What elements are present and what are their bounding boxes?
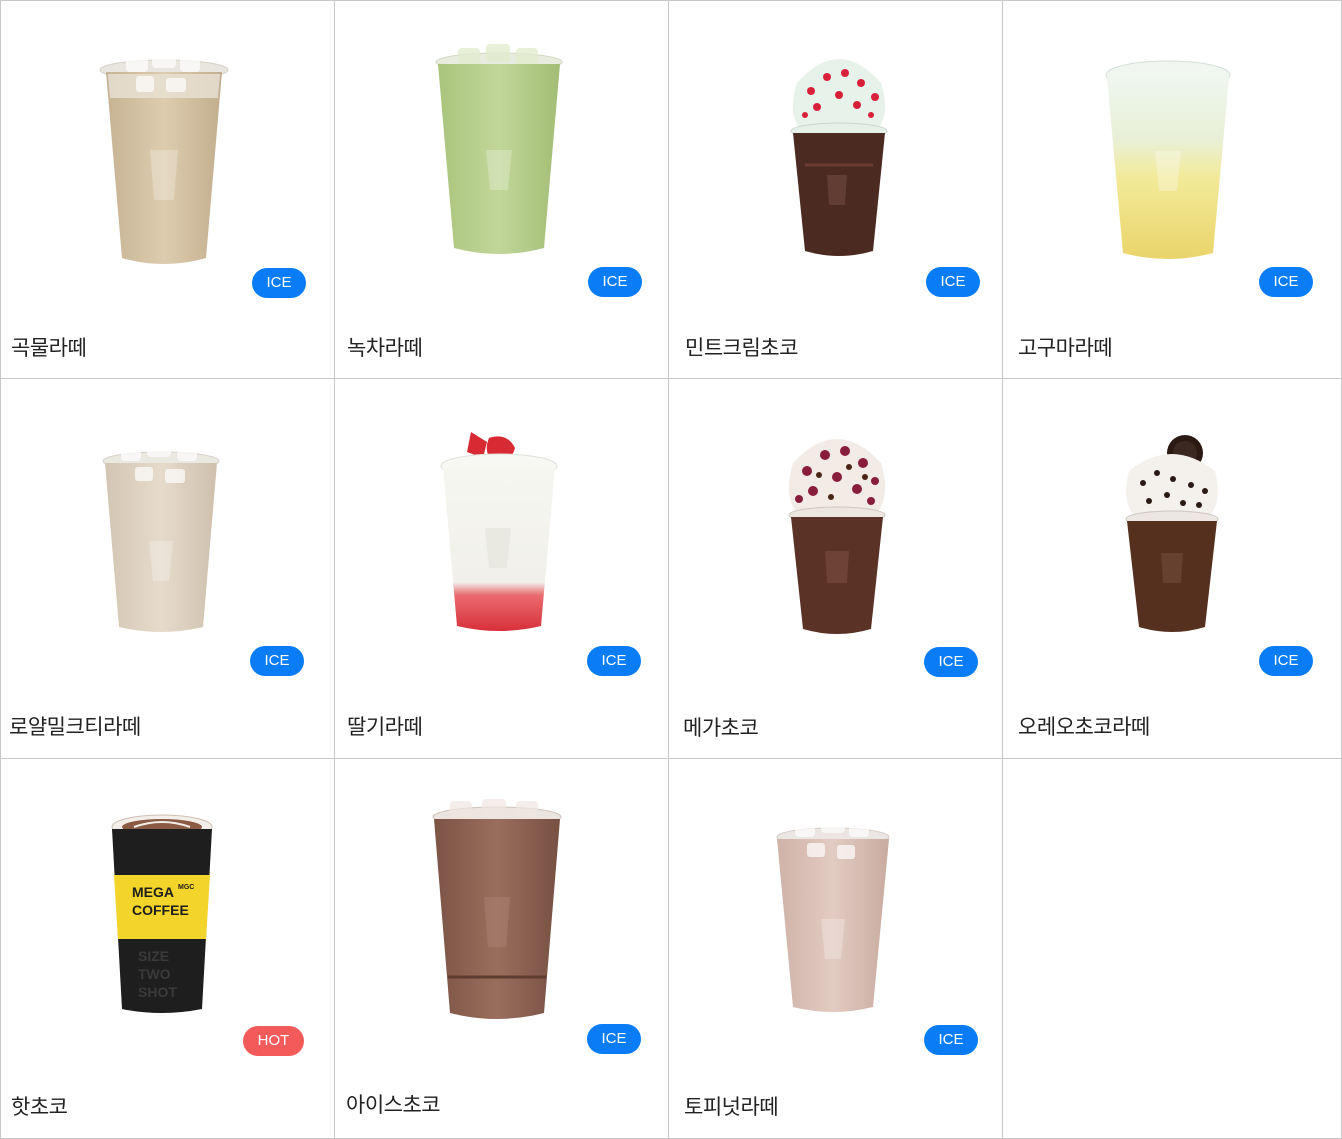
- product-name: 곡물라떼: [11, 336, 87, 360]
- product-name: 핫초코: [11, 1095, 68, 1119]
- product-name: 녹차라떼: [347, 336, 423, 360]
- menu-item-mega-choco[interactable]: ICE 메가초코: [669, 379, 1003, 759]
- menu-item-mint-cream-choco[interactable]: ICE 민트크림초코: [669, 0, 1003, 379]
- green-tea-latte-icon: [435, 44, 563, 254]
- menu-item-toffee-nut-latte[interactable]: ICE 토피넛라떼: [669, 759, 1003, 1139]
- temp-badge: ICE: [587, 1024, 641, 1054]
- temp-badge: ICE: [587, 646, 641, 676]
- temp-badge: ICE: [252, 268, 306, 298]
- strawberry-latte-icon: [440, 432, 558, 631]
- hot-cup-bottom-line2: TWO: [138, 966, 171, 982]
- menu-item-sweet-potato-latte[interactable]: ICE 고구마라떼: [1003, 0, 1342, 379]
- temp-badge: ICE: [1259, 646, 1313, 676]
- product-name: 오레오초코라떼: [1018, 715, 1150, 739]
- empty-cell: [1003, 759, 1342, 1139]
- temp-badge: ICE: [1259, 267, 1313, 297]
- product-name: 아이스초코: [346, 1093, 441, 1117]
- menu-item-oreo-choco-latte[interactable]: ICE 오레오초코라떼: [1003, 379, 1342, 759]
- temp-badge: ICE: [924, 647, 978, 677]
- royal-milk-tea-latte-icon: [102, 437, 220, 632]
- mega-choco-icon: [788, 439, 886, 634]
- hot-cup-brand-mini: MGC: [178, 884, 194, 891]
- temp-badge: ICE: [588, 267, 642, 297]
- hot-cup-bottom-line3: SHOT: [138, 984, 177, 1000]
- product-name: 민트크림초코: [685, 336, 798, 360]
- product-name: 로얄밀크티라떼: [9, 715, 141, 739]
- mint-cream-choco-icon: [790, 59, 888, 256]
- hot-cup-bottom-line1: SIZE: [138, 948, 169, 964]
- temp-badge: HOT: [243, 1026, 304, 1056]
- menu-item-royal-milk-tea-latte[interactable]: ICE 로얄밀크티라떼: [0, 379, 335, 759]
- hot-choco-cup-icon: MEGA COFFEE MGC SIZE TWO SHOT: [111, 814, 213, 1013]
- temp-badge: ICE: [926, 267, 980, 297]
- temp-badge: ICE: [250, 646, 304, 676]
- menu-item-hot-choco[interactable]: MEGA COFFEE MGC SIZE TWO SHOT HOT 핫초코: [0, 759, 335, 1139]
- oreo-choco-latte-icon: [1125, 435, 1219, 632]
- toffee-nut-latte-icon: [776, 813, 890, 1012]
- menu-item-iced-choco[interactable]: ICE 아이스초코: [335, 759, 669, 1139]
- menu-item-strawberry-latte[interactable]: ICE 딸기라떼: [335, 379, 669, 759]
- product-name: 토피넛라떼: [684, 1095, 779, 1119]
- menu-item-green-tea-latte[interactable]: ICE 녹차라떼: [335, 0, 669, 379]
- product-name: 딸기라떼: [347, 715, 423, 739]
- product-name: 고구마라떼: [1018, 336, 1113, 360]
- iced-choco-icon: [432, 799, 562, 1019]
- menu-item-grain-latte[interactable]: ICE 곡물라떼: [0, 0, 335, 379]
- sweet-potato-latte-icon: [1105, 60, 1231, 259]
- product-name: 메가초코: [683, 716, 759, 740]
- temp-badge: ICE: [924, 1025, 978, 1055]
- hot-cup-brand-line2: COFFEE: [132, 902, 189, 918]
- hot-cup-brand-line1: MEGA: [132, 884, 174, 900]
- menu-grid: ICE 곡물라떼 ICE 녹차라떼 ICE 민트크림초코 ICE 고구마라떼 I…: [0, 0, 1342, 1139]
- grain-latte-icon: [99, 46, 229, 264]
